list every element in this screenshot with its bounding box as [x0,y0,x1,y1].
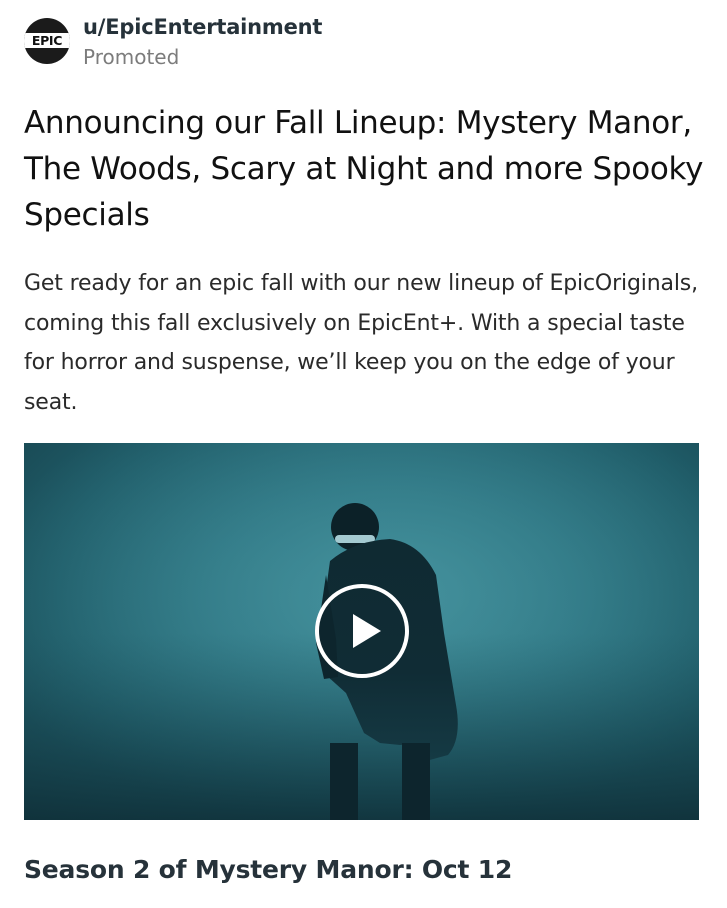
video-player[interactable] [24,443,699,820]
post-meta: u/EpicEntertainment Promoted [83,14,322,72]
play-icon [353,614,381,648]
avatar[interactable]: EPIC [24,18,70,64]
play-button[interactable] [315,584,409,678]
promoted-label: Promoted [83,45,180,69]
epic-logo: EPIC [24,33,70,48]
post-header: EPIC u/EpicEntertainment Promoted [24,14,322,74]
post-title[interactable]: Announcing our Fall Lineup: Mystery Mano… [24,100,704,238]
username-link[interactable]: u/EpicEntertainment [83,14,322,40]
post-body: Get ready for an epic fall with our new … [24,271,698,415]
post-caption: Season 2 of Mystery Manor: Oct 12 [24,855,513,884]
promoted-post: EPIC u/EpicEntertainment Promoted Announ… [0,0,727,908]
